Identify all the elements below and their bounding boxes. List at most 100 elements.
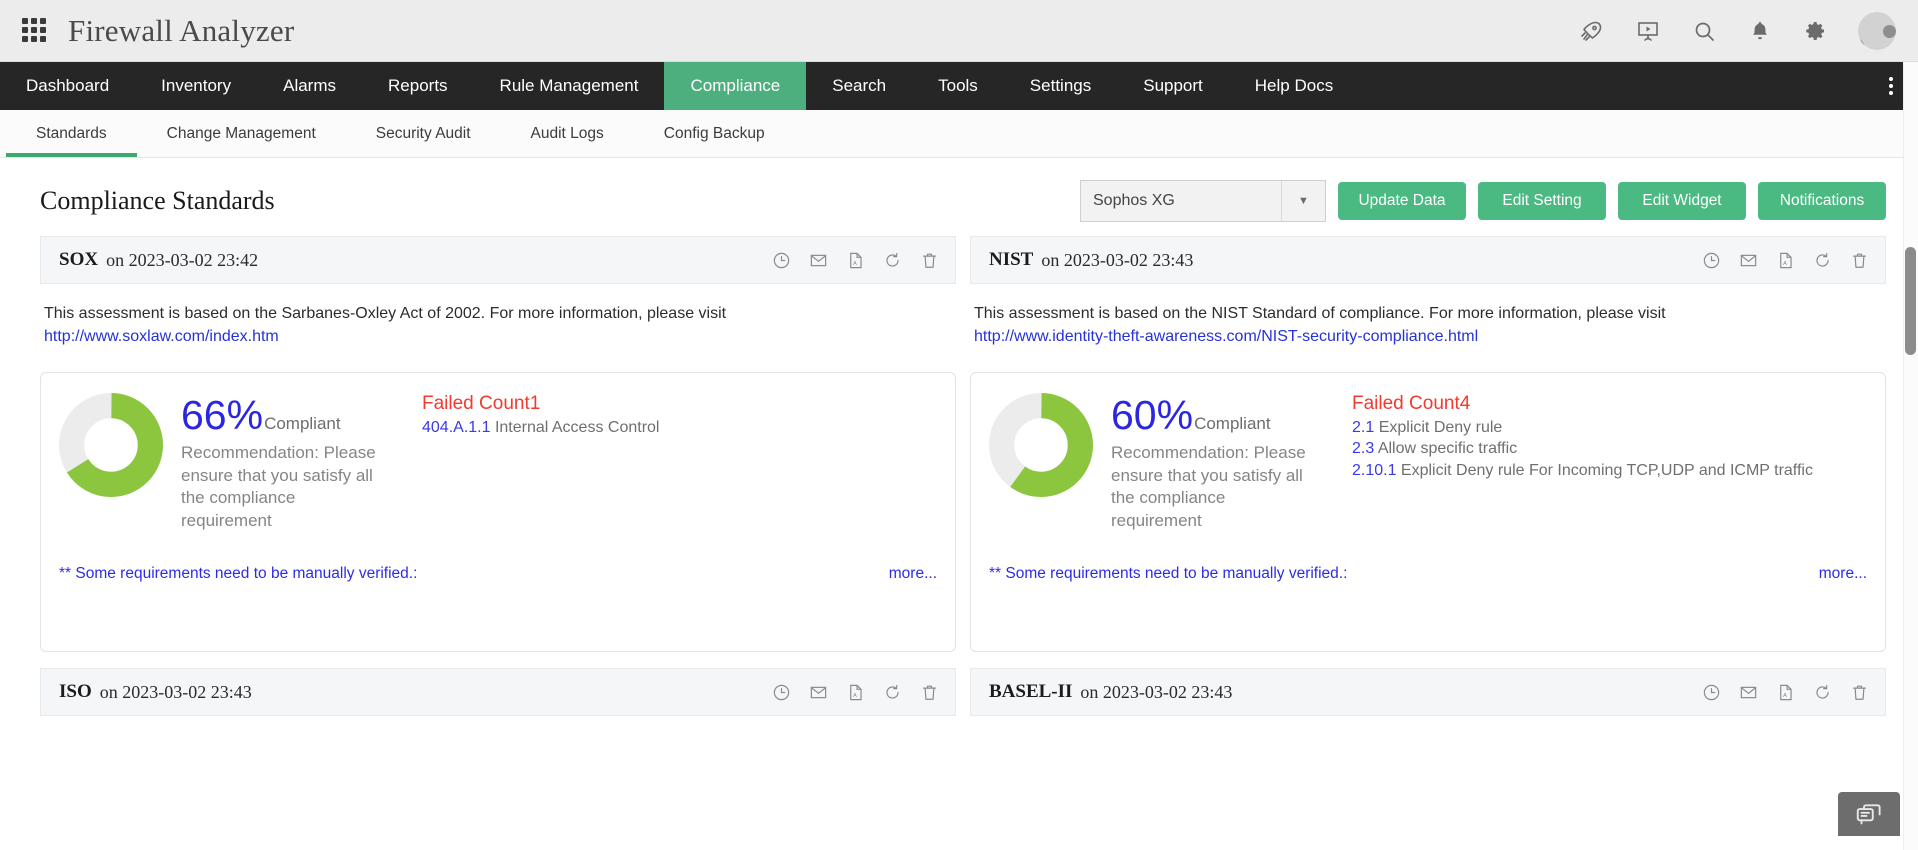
compliance-percent: 60% <box>1111 392 1194 439</box>
standard-link[interactable]: http://www.identity-theft-awareness.com/… <box>974 328 1478 345</box>
svg-text:A: A <box>1783 260 1787 266</box>
nav-item-inventory[interactable]: Inventory <box>135 62 257 110</box>
subnav-item-audit-logs[interactable]: Audit Logs <box>501 110 634 157</box>
failed-item[interactable]: 2.10.1 Explicit Deny rule For Incoming T… <box>1352 460 1867 481</box>
standard-name: ISO <box>59 681 92 703</box>
failed-item[interactable]: 2.3 Allow specific traffic <box>1352 438 1867 459</box>
nav-item-dashboard[interactable]: Dashboard <box>0 62 135 110</box>
recommendation-text: Recommendation: Please ensure that you s… <box>1111 443 1306 530</box>
presentation-icon[interactable] <box>1634 17 1662 45</box>
trash-icon[interactable] <box>1850 251 1869 270</box>
update-data-button[interactable]: Update Data <box>1338 182 1466 220</box>
subnav-item-config-backup[interactable]: Config Backup <box>634 110 795 157</box>
nav-item-search[interactable]: Search <box>806 62 912 110</box>
pdf-icon[interactable]: A <box>1776 251 1795 270</box>
standard-timestamp-label: on 2023-03-02 23:43 <box>100 682 252 703</box>
failed-item-text: Allow specific traffic <box>1374 440 1518 458</box>
sub-navigation: Standards Change Management Security Aud… <box>0 110 1918 158</box>
nav-item-reports[interactable]: Reports <box>362 62 474 110</box>
standard-timestamp-label: on 2023-03-02 23:42 <box>106 250 258 271</box>
bell-icon[interactable] <box>1746 17 1774 45</box>
schedule-clock-icon[interactable] <box>1702 683 1721 702</box>
failed-item[interactable]: 404.A.1.1 Internal Access Control <box>422 417 937 438</box>
failed-count-title: Failed Count4 <box>1352 393 1471 415</box>
nav-item-alarms[interactable]: Alarms <box>257 62 362 110</box>
failed-item[interactable]: 2.1 Explicit Deny rule <box>1352 417 1867 438</box>
nav-item-help-docs[interactable]: Help Docs <box>1229 62 1359 110</box>
schedule-clock-icon[interactable] <box>772 683 791 702</box>
card-footer: ** Some requirements need to be manually… <box>989 565 1867 639</box>
compliance-donut-chart <box>59 393 163 498</box>
edit-widget-button[interactable]: Edit Widget <box>1618 182 1746 220</box>
standard-name: SOX <box>59 249 99 270</box>
scrollbar-thumb[interactable] <box>1905 247 1916 355</box>
device-select[interactable]: Sophos XG ▼ <box>1080 180 1326 222</box>
compliance-percent: 66% <box>181 392 264 439</box>
top-bar-actions <box>1578 11 1896 50</box>
trash-icon[interactable] <box>920 683 939 702</box>
standard-timestamp: 2023-03-02 23:43 <box>122 681 252 702</box>
standard-name: NIST <box>989 249 1034 270</box>
card-body-top: 60% Compliant Recommendation: Please ens… <box>989 389 1867 532</box>
description-text: This assessment is based on the NIST Sta… <box>974 305 1666 322</box>
card-body: 60% Compliant Recommendation: Please ens… <box>970 372 1886 653</box>
refresh-icon[interactable] <box>1813 683 1832 702</box>
failed-requirements: Failed Count4 2.1 Explicit Deny rule 2.3… <box>1344 389 1867 532</box>
page-scrollbar[interactable] <box>1903 62 1918 850</box>
standard-link[interactable]: http://www.soxlaw.com/index.htm <box>44 328 279 345</box>
subnav-item-change-management[interactable]: Change Management <box>137 110 346 157</box>
page-title: Compliance Standards <box>40 186 275 215</box>
pdf-icon[interactable]: A <box>1776 683 1795 702</box>
manual-verification-note: ** Some requirements need to be manually… <box>59 565 418 583</box>
avatar[interactable] <box>1858 11 1896 50</box>
svg-text:A: A <box>853 693 857 699</box>
standard-card-sox: SOX on 2023-03-02 23:42 A This assessmen… <box>40 236 956 653</box>
nav-item-rule-management[interactable]: Rule Management <box>474 62 665 110</box>
subnav-item-standards[interactable]: Standards <box>6 110 137 157</box>
page-title-app: Firewall Analyzer <box>68 12 295 48</box>
trash-icon[interactable] <box>1850 683 1869 702</box>
device-select-value: Sophos XG <box>1093 192 1175 209</box>
compliant-label: Compliant <box>264 414 341 434</box>
more-link[interactable]: more... <box>1819 565 1867 583</box>
subnav-item-security-audit[interactable]: Security Audit <box>346 110 501 157</box>
nav-item-settings[interactable]: Settings <box>1004 62 1117 110</box>
page-header: Compliance Standards Sophos XG ▼ Update … <box>0 158 1918 236</box>
gear-icon[interactable] <box>1802 17 1830 45</box>
mail-icon[interactable] <box>809 683 828 702</box>
pdf-icon[interactable]: A <box>846 251 865 270</box>
compliance-summary: 60% Compliant Recommendation: Please ens… <box>1111 389 1326 532</box>
refresh-icon[interactable] <box>883 683 902 702</box>
card-actions: A <box>772 683 939 702</box>
compliant-label: Compliant <box>1194 414 1271 434</box>
standards-row-2: ISO on 2023-03-02 23:43 A BASEL-II on 20… <box>40 668 1886 717</box>
notifications-button[interactable]: Notifications <box>1758 182 1886 220</box>
nav-item-support[interactable]: Support <box>1117 62 1229 110</box>
refresh-icon[interactable] <box>883 251 902 270</box>
search-icon[interactable] <box>1690 17 1718 45</box>
card-header: NIST on 2023-03-02 23:43 A <box>970 236 1886 284</box>
mail-icon[interactable] <box>809 251 828 270</box>
standard-timestamp-label: on 2023-03-02 23:43 <box>1041 250 1193 271</box>
chat-widget-button[interactable] <box>1838 792 1900 836</box>
standard-timestamp: 2023-03-02 23:42 <box>128 249 259 270</box>
card-body: 66% Compliant Recommendation: Please ens… <box>40 372 956 653</box>
more-link[interactable]: more... <box>889 565 937 583</box>
rocket-icon[interactable] <box>1578 17 1606 45</box>
schedule-clock-icon[interactable] <box>1702 251 1721 270</box>
card-header: SOX on 2023-03-02 23:42 A <box>40 236 956 284</box>
schedule-clock-icon[interactable] <box>772 251 791 270</box>
compliance-donut-chart <box>989 393 1093 498</box>
nav-item-compliance[interactable]: Compliance <box>664 62 807 110</box>
app-grid-icon[interactable] <box>22 17 48 44</box>
edit-setting-button[interactable]: Edit Setting <box>1478 182 1606 220</box>
trash-icon[interactable] <box>920 251 939 270</box>
mail-icon[interactable] <box>1739 683 1758 702</box>
refresh-icon[interactable] <box>1813 251 1832 270</box>
mail-icon[interactable] <box>1739 251 1758 270</box>
pdf-icon[interactable]: A <box>846 683 865 702</box>
card-actions: A <box>772 251 939 270</box>
nav-item-tools[interactable]: Tools <box>912 62 1004 110</box>
compliance-summary: 66% Compliant Recommendation: Please ens… <box>181 389 396 532</box>
card-actions: A <box>1702 683 1869 702</box>
